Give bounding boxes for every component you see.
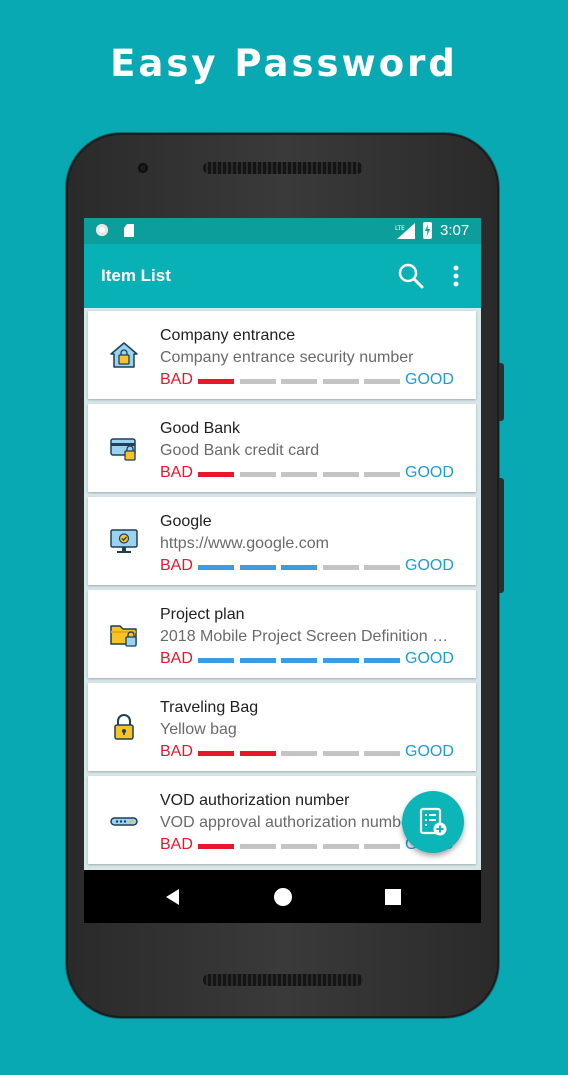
status-time: 3:07: [440, 222, 470, 239]
strength-segment: [198, 658, 234, 663]
strength-segment: [322, 379, 359, 384]
strength-segment: [239, 658, 276, 663]
lte-label: LTE: [395, 225, 405, 232]
strength-segment: [239, 751, 276, 756]
item-title: Project plan: [160, 606, 245, 623]
item-list: Company entrance Company entrance securi…: [84, 308, 481, 868]
house-lock-icon: [110, 342, 138, 368]
strength-segment: [364, 565, 400, 570]
strength-segment: [239, 565, 276, 570]
more-vert-icon[interactable]: [446, 262, 466, 290]
strength-bad-label: BAD: [160, 743, 193, 760]
strength-bad-label: BAD: [160, 371, 193, 388]
navigation-bar: [84, 870, 481, 923]
strength-segment: [198, 379, 234, 384]
back-icon[interactable]: [162, 886, 184, 908]
strength-segment: [364, 844, 400, 849]
search-icon[interactable]: [397, 262, 425, 290]
strength-segment: [198, 472, 234, 477]
item-subtitle: Good Bank credit card: [160, 442, 320, 459]
item-title: Company entrance: [160, 327, 296, 344]
strength-good-label: GOOD: [405, 464, 454, 481]
strength-segment: [322, 472, 359, 477]
strength-bad-label: BAD: [160, 557, 193, 574]
add-note-icon: [419, 807, 447, 836]
strength-bad-label: BAD: [160, 650, 193, 667]
strength-segment: [281, 844, 317, 849]
strength-segment: [322, 565, 359, 570]
volume-button: [499, 478, 504, 593]
strength-good-label: GOOD: [405, 743, 454, 760]
item-title: VOD authorization number: [160, 792, 350, 809]
strength-good-label: GOOD: [405, 557, 454, 574]
bottom-speaker-grille: [203, 974, 363, 986]
strength-meter: [198, 658, 400, 663]
strength-segment: [364, 379, 400, 384]
strength-bad-label: BAD: [160, 836, 193, 853]
phone-frame: LTE 3:07 Item List Company entrance Comp…: [66, 133, 504, 1018]
folder-lock-icon: [110, 625, 137, 647]
item-title: Traveling Bag: [160, 699, 259, 716]
battery-charging-icon: [423, 222, 432, 239]
strength-segment: [281, 472, 317, 477]
page-title: Item List: [101, 266, 171, 285]
list-item[interactable]: Project plan 2018 Mobile Project Screen …: [88, 590, 476, 678]
promo-headline: Easy Password: [110, 42, 458, 85]
list-item[interactable]: Good Bank Good Bank credit card BAD GOOD: [88, 404, 476, 492]
strength-meter: [198, 751, 400, 756]
item-subtitle: Yellow bag: [160, 721, 237, 738]
status-bar: LTE 3:07: [84, 218, 481, 244]
item-subtitle: 2018 Mobile Project Screen Definition …: [160, 628, 449, 645]
add-item-fab[interactable]: [402, 791, 464, 853]
strength-segment: [281, 751, 317, 756]
sd-card-icon: [124, 224, 134, 237]
strength-segment: [239, 379, 276, 384]
item-subtitle: https://www.google.com: [160, 535, 329, 552]
sync-status-icon: [96, 224, 108, 236]
strength-segment: [239, 844, 276, 849]
list-item[interactable]: Google https://www.google.com BAD GOOD: [88, 497, 476, 585]
strength-meter: [198, 472, 400, 477]
strength-segment: [281, 658, 317, 663]
strength-segment: [198, 844, 234, 849]
item-title: Good Bank: [160, 420, 241, 437]
strength-meter: [198, 565, 400, 570]
app-bar: Item List: [84, 244, 481, 308]
bolt-icon: [425, 224, 430, 237]
strength-segment: [281, 379, 317, 384]
strength-segment: [364, 751, 400, 756]
strength-segment: [322, 751, 359, 756]
strength-segment: [322, 658, 359, 663]
list-item[interactable]: Company entrance Company entrance securi…: [88, 311, 476, 399]
monitor-check-icon: [110, 529, 138, 553]
home-icon[interactable]: [272, 886, 294, 908]
top-speaker-grille: [203, 162, 363, 174]
phone-screen: LTE 3:07 Item List Company entrance Comp…: [84, 218, 481, 923]
recents-icon[interactable]: [382, 886, 404, 908]
strength-bad-label: BAD: [160, 464, 193, 481]
padlock-icon: [114, 714, 134, 740]
list-item[interactable]: Traveling Bag Yellow bag BAD GOOD: [88, 683, 476, 771]
lte-signal-icon: LTE: [395, 223, 415, 239]
item-subtitle: Company entrance security number: [160, 349, 414, 366]
credit-card-lock-icon: [110, 438, 136, 461]
strength-meter: [198, 844, 400, 849]
strength-segment: [364, 658, 400, 663]
router-icon: [110, 817, 138, 826]
strength-segment: [198, 751, 234, 756]
strength-good-label: GOOD: [405, 650, 454, 667]
strength-segment: [281, 565, 317, 570]
strength-segment: [239, 472, 276, 477]
strength-good-label: GOOD: [405, 371, 454, 388]
strength-segment: [198, 565, 234, 570]
strength-meter: [198, 379, 400, 384]
item-title: Google: [160, 513, 212, 530]
strength-segment: [364, 472, 400, 477]
front-camera: [138, 163, 148, 173]
strength-segment: [322, 844, 359, 849]
power-button: [499, 363, 504, 421]
